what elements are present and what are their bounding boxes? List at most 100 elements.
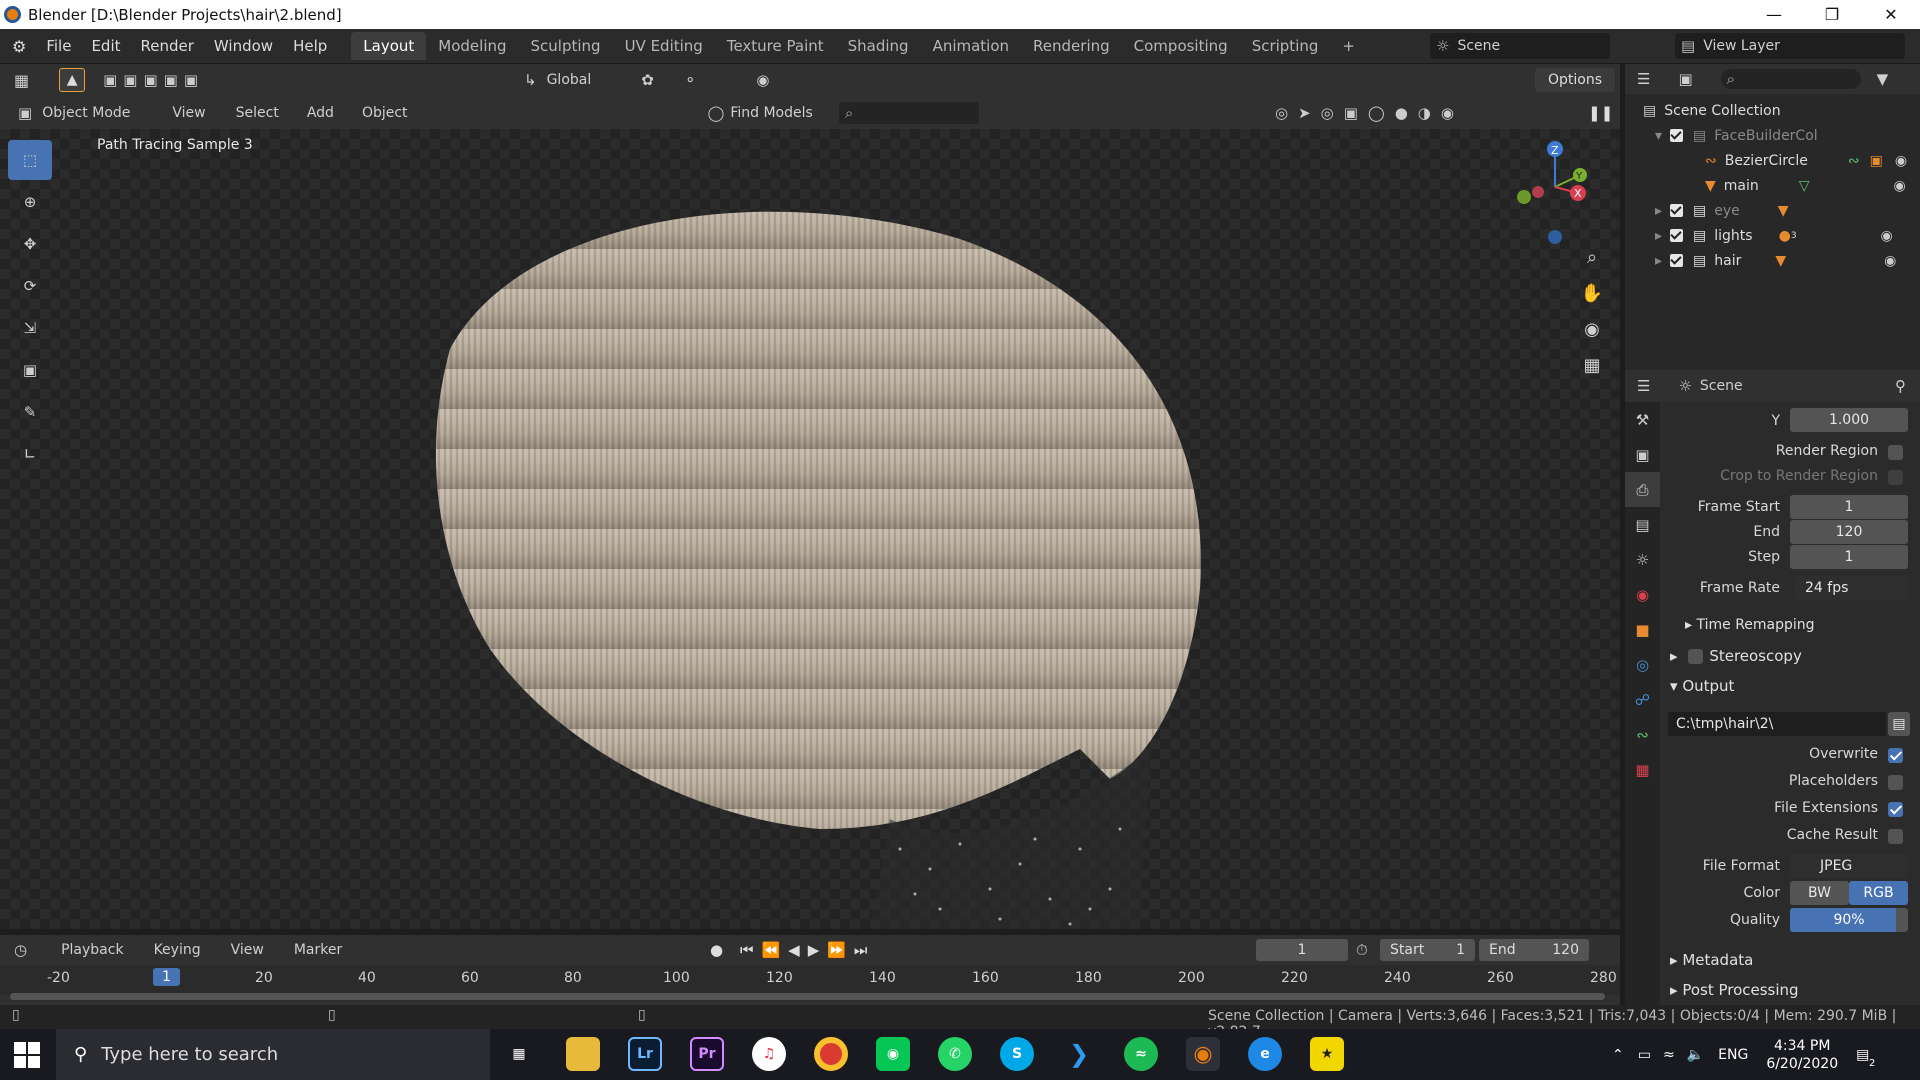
tab-compositing[interactable]: Compositing [1122, 32, 1240, 60]
edge-icon[interactable]: e [1248, 1037, 1282, 1071]
playback-controls[interactable]: ⏮⏪◀▶⏩⏭ [740, 941, 875, 959]
filter-icon[interactable]: ▼ [1877, 70, 1889, 88]
frame-start-field[interactable]: 1 [1790, 495, 1908, 519]
tab-sculpting[interactable]: Sculpting [519, 32, 613, 60]
object-menu[interactable]: Object [362, 105, 408, 121]
frame-end-field[interactable]: 120 [1790, 520, 1908, 544]
pause-render-button[interactable]: ❚❚ [1588, 104, 1613, 122]
exclude-checkbox[interactable] [1670, 129, 1684, 142]
outliner-item-facebuildercol[interactable]: ▾ ▤ FaceBuilderCol [1625, 123, 1920, 148]
timeline-ruler[interactable]: -20 1 20 40 60 80 100 120 140 160 180 20… [0, 965, 1620, 995]
world-tab-icon[interactable]: ◉ [1625, 577, 1660, 612]
output-tab-icon[interactable]: ⎙ [1625, 472, 1660, 507]
add-menu[interactable]: Add [307, 105, 334, 121]
quality-slider[interactable]: 90% [1790, 908, 1908, 932]
keying-menu[interactable]: Keying [154, 942, 201, 958]
output-section[interactable]: ▾ Output [1670, 677, 1734, 695]
transform-tool-icon[interactable]: ▣ [8, 350, 52, 390]
tool-tab-icon[interactable]: ⚒ [1625, 402, 1660, 437]
spotify-icon[interactable]: ≈ [1124, 1037, 1158, 1071]
scale-tool-icon[interactable]: ⇲ [8, 308, 52, 348]
outliner-item-eye[interactable]: ▸ ▤ eye ▼ [1625, 198, 1920, 223]
render-region-checkbox[interactable] [1888, 445, 1903, 460]
zoom-icon[interactable]: ⌕ [1574, 239, 1610, 275]
start-button[interactable] [14, 1042, 40, 1068]
blender-taskbar-icon[interactable]: ◉ [1186, 1037, 1220, 1071]
visibility-eye-icon[interactable]: ◉ [1884, 253, 1896, 269]
output-path-field[interactable]: C:\tmp\hair\2\ [1668, 712, 1886, 736]
crop-region-checkbox[interactable] [1888, 470, 1903, 485]
whatsapp-icon[interactable]: ✆ [938, 1037, 972, 1071]
skype-icon[interactable]: S [1000, 1037, 1034, 1071]
stereoscopy-section[interactable]: ▸ Stereoscopy [1670, 647, 1802, 665]
tab-layout[interactable]: Layout [351, 32, 427, 60]
battery-icon[interactable]: ▭ [1638, 1047, 1651, 1063]
annotate-tool-icon[interactable]: ✎ [8, 392, 52, 432]
minimize-button[interactable]: — [1745, 0, 1803, 29]
view-menu[interactable]: View [172, 105, 205, 121]
menu-edit[interactable]: Edit [81, 37, 130, 55]
color-bw-button[interactable]: BW [1790, 881, 1849, 905]
find-models-dropdown[interactable]: Find Models [730, 105, 812, 121]
chrome-icon[interactable] [814, 1037, 848, 1071]
editor-type-icon[interactable]: ▦ [14, 71, 29, 90]
add-workspace-icon[interactable]: + [1330, 32, 1367, 60]
folder-icon[interactable]: ▤ [1888, 712, 1910, 736]
visibility-eye-icon[interactable]: ◉ [1894, 178, 1906, 194]
exclude-checkbox[interactable] [1670, 229, 1684, 242]
blender-menu-icon[interactable]: ⚙ [12, 37, 26, 56]
file-explorer-icon[interactable] [566, 1037, 600, 1071]
menu-help[interactable]: Help [283, 37, 337, 55]
outliner-search-field[interactable]: ⌕ [1720, 69, 1861, 89]
exclude-checkbox[interactable] [1670, 204, 1684, 217]
record-button-icon[interactable]: ● [710, 941, 723, 959]
menu-file[interactable]: File [36, 37, 81, 55]
exclude-checkbox[interactable] [1670, 254, 1684, 267]
task-view-icon[interactable]: ▦ [502, 1037, 536, 1071]
playback-menu[interactable]: Playback [61, 942, 123, 958]
cache-result-checkbox[interactable] [1888, 829, 1903, 844]
object-mode-dropdown[interactable]: Object Mode [42, 105, 130, 121]
pin-icon[interactable]: ⚲ [1895, 377, 1906, 395]
sticky-app-icon[interactable]: ★ [1310, 1037, 1344, 1071]
tab-scripting[interactable]: Scripting [1240, 32, 1331, 60]
display-mode-icon[interactable]: ▣ [1678, 70, 1692, 88]
render-tab-icon[interactable]: ▣ [1625, 437, 1660, 472]
pan-hand-icon[interactable]: ✋ [1574, 275, 1610, 311]
outliner-item-hair[interactable]: ▸ ▤ hair ▼ ◉ [1625, 248, 1920, 273]
data-tab-icon[interactable]: ∾ [1625, 717, 1660, 752]
constraints-tab-icon[interactable]: ☍ [1625, 682, 1660, 717]
snap-icon[interactable]: ⚬ [684, 71, 697, 89]
navigation-gizmo[interactable]: Z Y X [1510, 137, 1600, 247]
rotate-tool-icon[interactable]: ⟳ [8, 266, 52, 306]
outliner-item-beziercircle[interactable]: ∾ BezierCircle ∾ ▣ ◉ [1625, 148, 1920, 173]
search-field[interactable]: ⌕ [838, 101, 979, 124]
outliner-item-lights[interactable]: ▸ ▤ lights ● 3 ◉ [1625, 223, 1920, 248]
chevron-up-icon[interactable]: ⌃ [1612, 1047, 1624, 1063]
outliner-editor-icon[interactable]: ☰ [1637, 70, 1650, 88]
close-button[interactable]: ✕ [1862, 0, 1920, 29]
perspective-grid-icon[interactable]: ▦ [1574, 347, 1610, 383]
move-tool-icon[interactable]: ✥ [8, 224, 52, 264]
object-tab-icon[interactable]: ■ [1625, 612, 1660, 647]
marker-menu[interactable]: Marker [294, 942, 342, 958]
aspect-y-field[interactable]: 1.000 [1790, 408, 1908, 432]
measure-tool-icon[interactable]: ∟ [8, 434, 52, 474]
proportional-edit-icon[interactable]: ◉ [756, 71, 769, 89]
timeline-scrollbar[interactable] [10, 993, 1605, 1000]
taskbar-search-box[interactable]: ⚲ Type here to search [56, 1029, 490, 1080]
visibility-eye-icon[interactable]: ◉ [1895, 153, 1907, 169]
selection-mode-icons[interactable]: ▣▣▣▣▣ [103, 71, 204, 89]
orientation-dropdown[interactable]: Global [547, 72, 592, 88]
line-icon[interactable]: ◉ [876, 1037, 910, 1071]
stopwatch-icon[interactable]: ⏱ [1356, 941, 1368, 959]
color-rgb-button[interactable]: RGB [1849, 881, 1908, 905]
file-format-dropdown[interactable]: JPEG [1790, 854, 1908, 878]
timeline-view-menu[interactable]: View [231, 942, 264, 958]
tab-shading[interactable]: Shading [836, 32, 921, 60]
select-menu[interactable]: Select [236, 105, 279, 121]
tab-texture-paint[interactable]: Texture Paint [715, 32, 836, 60]
placeholders-checkbox[interactable] [1888, 775, 1903, 790]
tab-rendering[interactable]: Rendering [1021, 32, 1122, 60]
timeline-end-field[interactable]: End 120 [1479, 939, 1589, 961]
